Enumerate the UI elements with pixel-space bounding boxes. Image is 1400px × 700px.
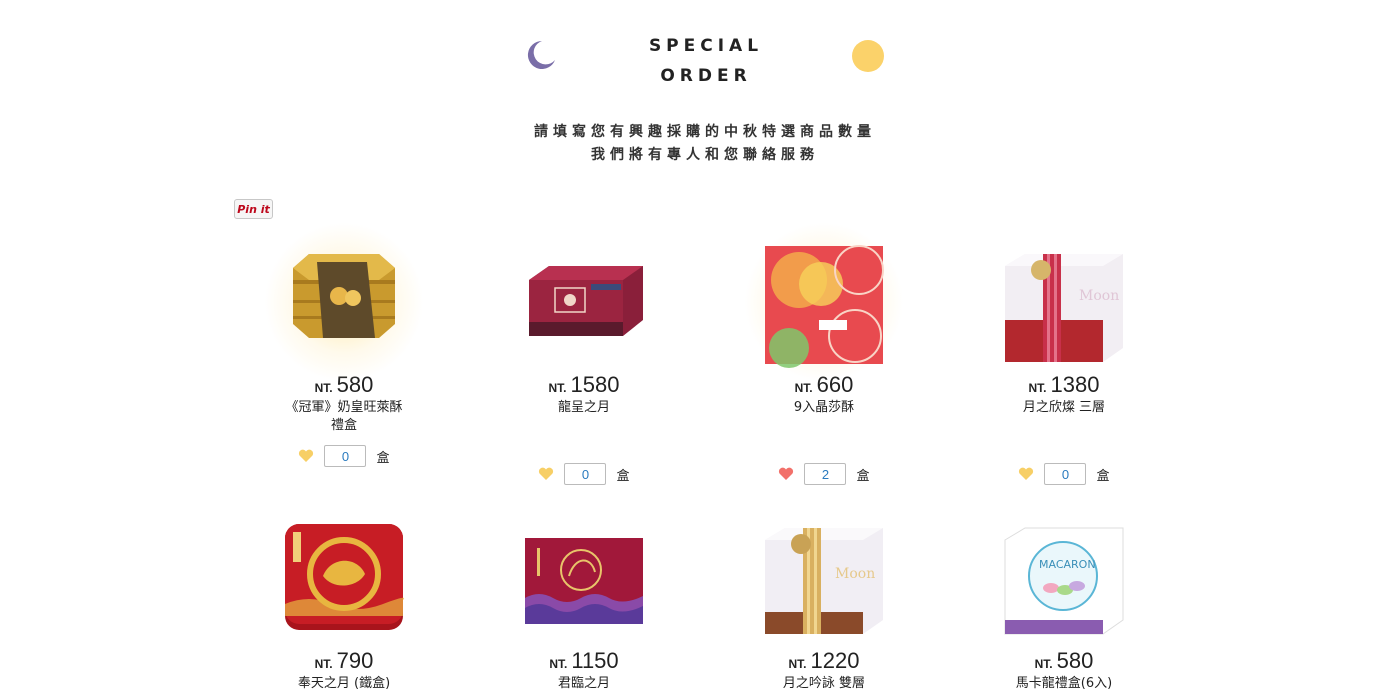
product-image[interactable] [224,222,464,382]
product-price: NT. 1220 [788,648,860,673]
product-card: Moon NT.1380 月之欣燦 三層 盒 [944,232,1184,487]
product-name: 《冠軍》奶皇旺萊酥 [285,400,403,415]
product-name-line2 [464,417,704,435]
moon-icon [527,40,555,69]
product-image[interactable]: MACARON [944,508,1184,643]
product-image[interactable] [224,508,464,643]
product-price: NT. 1580 [548,372,620,397]
unit-label: 盒 [856,468,870,484]
product-image[interactable] [704,222,944,382]
product-name: 奉天之月 (鐵盒) [297,676,391,691]
instruction-line1: 請填寫您有興趣採購的中秋特選商品數量 [534,124,876,140]
product-card: NT.580 《冠軍》奶皇旺萊酥 禮盒 盒 [224,222,464,469]
product-name: 馬卡龍禮盒(6入) [1015,676,1113,691]
gift-box-image: Moon [1005,254,1123,362]
svg-text:Moon: Moon [1079,288,1119,304]
product-card: NT.1580 龍呈之月 盒 [464,232,704,487]
gift-box-image [529,266,643,336]
page-title-line1: SPECIAL [648,36,764,56]
product-name-line2: 禮盒 [330,418,357,433]
gift-box-image: MACARON [1004,527,1124,635]
unit-label: 盒 [376,450,390,466]
gift-box-image [765,245,884,368]
special-order-header: SPECIAL ORDER 請填寫您有興趣採購的中秋特選商品數量 我們將有專人和… [0,0,1400,180]
gift-box-image [293,254,395,338]
quantity-input[interactable] [564,463,607,485]
quantity-input[interactable] [324,445,367,467]
page-title-line2: ORDER [660,66,752,86]
heart-icon[interactable] [538,467,554,481]
product-name-line2 [704,417,944,435]
product-card: NT. 1150 君臨之月 [464,508,704,693]
pinterest-pin-button[interactable]: Pin it [234,199,273,219]
svg-text:MACARON: MACARON [1039,558,1096,571]
heart-icon[interactable] [778,467,794,481]
product-name-line2 [944,417,1184,435]
product-card: NT. 790 奉天之月 (鐵盒) [224,508,464,693]
product-image[interactable]: Moon [944,232,1184,367]
sun-icon [852,40,884,72]
product-name: 月之吟詠 雙層 [782,676,866,691]
product-price: NT. 580 [1034,648,1094,673]
product-price: NT. 1380 [1028,372,1100,397]
unit-label: 盒 [1096,468,1110,484]
product-price: NT. 790 [314,648,374,673]
heart-icon[interactable] [298,449,314,463]
quantity-input[interactable] [804,463,847,485]
product-card: MACARON NT. 580 馬卡龍禮盒(6入) [944,508,1184,693]
product-card: Moon NT. 1220 月之吟詠 雙層 [704,508,944,693]
unit-label: 盒 [616,468,630,484]
instruction-line2: 我們將有專人和您聯絡服務 [591,147,819,163]
product-name: 龍呈之月 [557,400,610,415]
svg-text:Moon: Moon [835,566,875,582]
gift-box-image [525,538,643,624]
product-card: NT.660 9入晶莎酥 盒 [704,222,944,487]
product-image[interactable] [464,508,704,643]
product-name: 9入晶莎酥 [793,400,855,415]
product-name: 君臨之月 [557,676,610,691]
quantity-input[interactable] [1044,463,1087,485]
product-name: 月之欣燦 三層 [1022,400,1106,415]
product-image[interactable]: Moon [704,508,944,643]
gift-box-image: Moon [765,528,883,634]
product-price: NT. 1150 [549,648,619,673]
product-image[interactable] [464,232,704,367]
gift-box-image [285,524,405,630]
heart-icon[interactable] [1018,467,1034,481]
